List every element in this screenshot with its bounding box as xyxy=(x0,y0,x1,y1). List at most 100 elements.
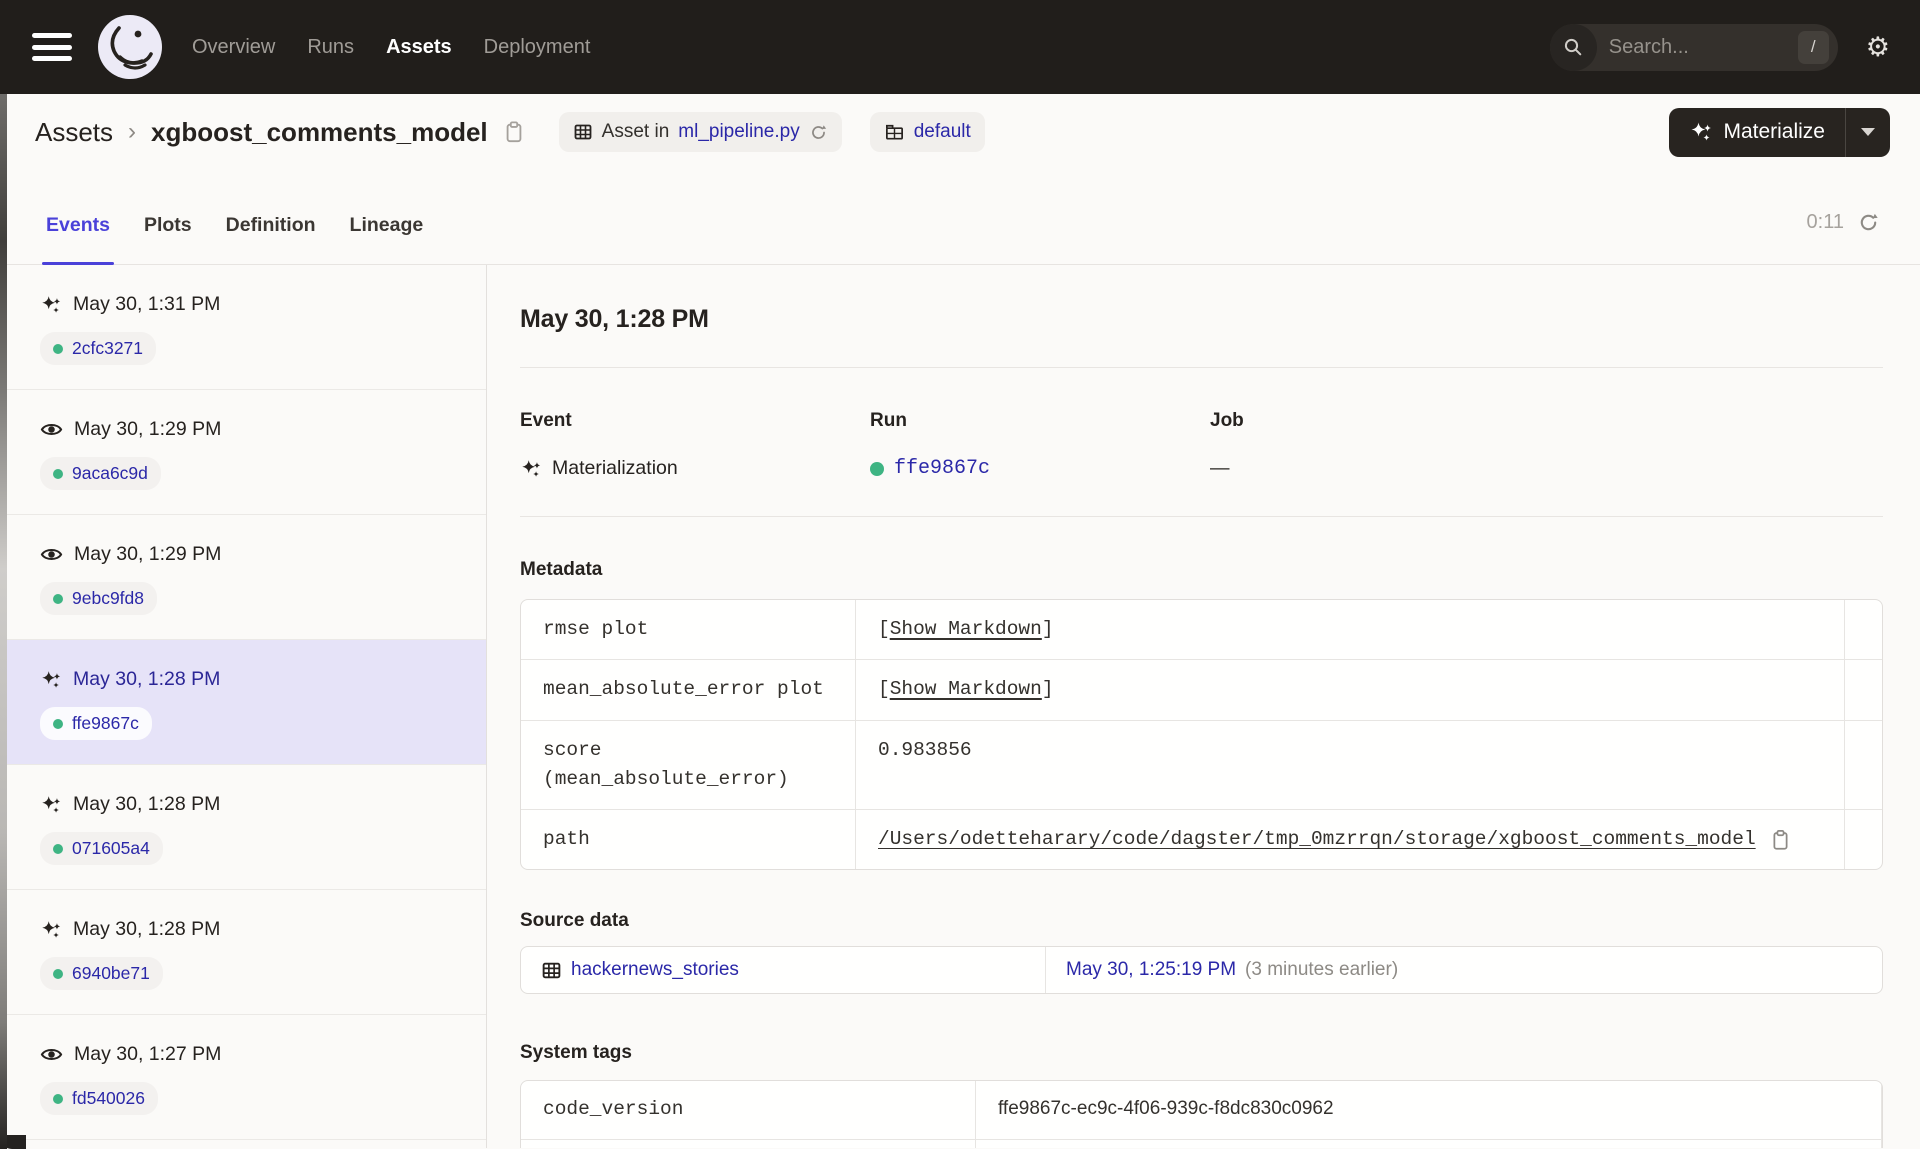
table-row: rmse plot [Show Markdown] xyxy=(521,600,1882,660)
metadata-heading: Metadata xyxy=(520,559,603,580)
table-icon xyxy=(541,960,562,981)
event-list-item[interactable]: May 30, 1:28 PM 071605a4 xyxy=(0,765,486,890)
refresh-icon[interactable] xyxy=(1857,211,1880,234)
run-status-dot xyxy=(53,968,63,979)
run-id-link[interactable]: 6940be71 xyxy=(72,963,150,984)
table-row: code_version ffe9867c-ec9c-4f06-939c-f8d… xyxy=(521,1081,1882,1139)
tab-definition[interactable]: Definition xyxy=(222,214,320,264)
materialization-icon xyxy=(40,669,62,691)
source-data-table: hackernews_stories May 30, 1:25:19 PM (3… xyxy=(520,946,1883,995)
group-link[interactable]: default xyxy=(914,121,971,143)
run-id-badge[interactable]: 9ebc9fd8 xyxy=(40,582,158,615)
run-status-dot xyxy=(53,1093,63,1104)
run-id-badge[interactable]: ffe9867c xyxy=(40,707,152,740)
nav-item-overview[interactable]: Overview xyxy=(192,36,275,59)
search-shortcut-key: / xyxy=(1797,30,1829,64)
materialize-split-button: Materialize xyxy=(1669,107,1890,157)
show-markdown-link[interactable]: [Show Markdown] xyxy=(878,678,1054,700)
copy-asset-name-icon[interactable] xyxy=(503,119,525,145)
run-status-dot xyxy=(53,468,63,479)
search-input[interactable]: Search... / xyxy=(1549,23,1838,71)
dagster-logo[interactable] xyxy=(98,15,162,79)
tag-value: ffe9867c-ec9c-4f06-939c-f8dc830c0962 xyxy=(976,1081,1882,1139)
event-list-item[interactable]: May 30, 1:31 PM 2cfc3271 xyxy=(0,265,486,390)
run-id-link[interactable]: 071605a4 xyxy=(72,838,150,859)
run-id-link[interactable]: 2cfc3271 xyxy=(72,338,143,359)
event-list-item[interactable]: May 30, 1:28 PM 6940be71 xyxy=(0,890,486,1015)
run-id-link[interactable]: 9aca6c9d xyxy=(72,463,148,484)
run-id-badge[interactable]: 071605a4 xyxy=(40,832,163,865)
group-icon xyxy=(885,124,903,140)
asset-definition-badge: Asset in ml_pipeline.py xyxy=(558,112,842,152)
tab-plots[interactable]: Plots xyxy=(140,214,196,264)
event-list-item[interactable]: May 30, 1:29 PM 9ebc9fd8 xyxy=(0,515,486,640)
materialize-sparkle-icon xyxy=(1691,122,1712,141)
materialize-label: Materialize xyxy=(1723,120,1825,143)
source-time-note: (3 minutes earlier) xyxy=(1245,959,1399,981)
metadata-key: score (mean_absolute_error) xyxy=(521,720,856,809)
event-label: Event xyxy=(520,410,572,431)
run-id-badge[interactable]: 2cfc3271 xyxy=(40,332,157,365)
table-row: path /Users/odetteharary/code/dagster/tm… xyxy=(521,809,1882,870)
table-row: score (mean_absolute_error) 0.983856 xyxy=(521,719,1882,809)
settings-gear-icon[interactable]: ⚙ xyxy=(1866,33,1890,61)
run-id-badge[interactable]: 6940be71 xyxy=(40,957,163,990)
nav-item-deployment[interactable]: Deployment xyxy=(484,36,591,59)
metadata-key: rmse plot xyxy=(521,600,856,660)
tab-lineage[interactable]: Lineage xyxy=(346,214,428,264)
search-placeholder: Search... xyxy=(1608,35,1689,58)
observation-icon xyxy=(40,1043,63,1066)
reload-code-location-icon[interactable] xyxy=(809,123,828,142)
auto-refresh-countdown: 0:11 xyxy=(1806,211,1844,233)
run-id-link[interactable]: ffe9867c xyxy=(72,713,139,734)
chevron-down-icon xyxy=(1861,128,1875,136)
run-id-link[interactable]: ffe9867c xyxy=(894,457,990,480)
run-status-dot xyxy=(53,593,63,604)
menu-icon[interactable] xyxy=(32,33,72,61)
nav-item-runs[interactable]: Runs xyxy=(307,36,354,59)
tab-events[interactable]: Events xyxy=(42,214,114,265)
run-id-badge[interactable]: 9aca6c9d xyxy=(40,457,161,490)
run-status-dot xyxy=(870,461,884,476)
run-id-link[interactable]: fd540026 xyxy=(72,1088,145,1109)
source-asset-link[interactable]: hackernews_stories xyxy=(571,959,739,981)
materialize-button[interactable]: Materialize xyxy=(1669,108,1845,157)
source-timestamp-link[interactable]: May 30, 1:25:19 PM xyxy=(1066,959,1236,981)
metadata-key: path xyxy=(521,810,856,870)
path-link[interactable]: /Users/odetteharary/code/dagster/tmp_0mz… xyxy=(878,825,1756,854)
event-list-item[interactable]: May 30, 1:27 PM fd540026 xyxy=(0,1015,486,1140)
observation-icon xyxy=(40,418,63,441)
run-status-dot xyxy=(53,843,63,854)
code-location-link[interactable]: ml_pipeline.py xyxy=(678,121,799,143)
top-nav: Overview Runs Assets Deployment Search..… xyxy=(0,0,1920,94)
nav-item-assets[interactable]: Assets xyxy=(386,36,452,59)
table-row: hackernews_stories May 30, 1:25:19 PM (3… xyxy=(521,947,1882,994)
run-id-badge[interactable]: fd540026 xyxy=(40,1082,158,1115)
event-list-item[interactable]: May 30, 1:29 PM 9aca6c9d xyxy=(0,390,486,515)
primary-nav: Overview Runs Assets Deployment xyxy=(192,36,590,59)
window-edge-artifact xyxy=(0,94,7,1149)
show-markdown-link[interactable]: [Show Markdown] xyxy=(878,618,1054,640)
asset-tabs: Events Plots Definition Lineage 0:11 xyxy=(0,170,1920,265)
event-timestamp: May 30, 1:31 PM xyxy=(73,293,221,315)
asset-name-title: xgboost_comments_model xyxy=(151,116,488,147)
event-detail-title: May 30, 1:28 PM xyxy=(520,305,709,333)
materialize-dropdown-button[interactable] xyxy=(1846,108,1890,157)
metadata-key: mean_absolute_error plot xyxy=(521,660,856,720)
event-list-item[interactable]: May 30, 1:28 PM ffe9867c xyxy=(0,640,486,765)
breadcrumb-assets-link[interactable]: Assets xyxy=(35,117,113,148)
run-status-dot xyxy=(53,718,63,729)
breadcrumb-separator: › xyxy=(128,118,137,145)
event-timestamp: May 30, 1:28 PM xyxy=(73,668,221,690)
event-timestamp: May 30, 1:28 PM xyxy=(73,918,221,940)
materialization-icon xyxy=(40,294,62,316)
system-tags-table: code_version ffe9867c-ec9c-4f06-939c-f8d… xyxy=(520,1080,1883,1148)
run-id-link[interactable]: 9ebc9fd8 xyxy=(72,588,144,609)
job-label: Job xyxy=(1210,410,1244,431)
asset-in-label: Asset in xyxy=(601,121,670,142)
copy-path-icon[interactable] xyxy=(1770,828,1791,852)
table-row xyxy=(521,1138,1882,1148)
metadata-value: 0.983856 xyxy=(856,720,1845,809)
materialization-icon xyxy=(40,794,62,816)
run-status-dot xyxy=(53,343,63,354)
